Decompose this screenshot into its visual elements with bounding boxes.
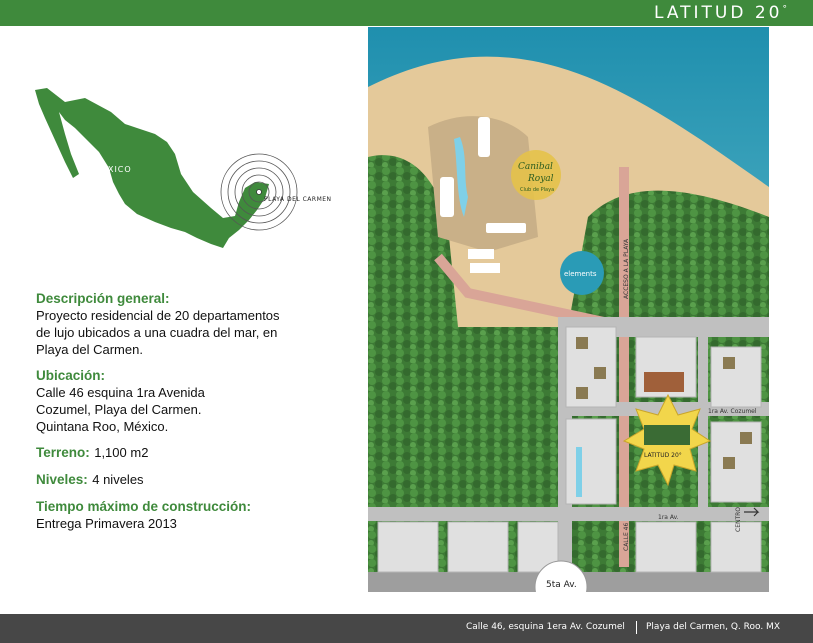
footer-bar: Calle 46, esquina 1era Av. Cozumel Playa… xyxy=(0,614,813,643)
header-bar: LATITUD 20° xyxy=(0,0,813,26)
descripcion-title: Descripción general: xyxy=(36,291,170,306)
ubicacion-line-2: Cozumel, Playa del Carmen. xyxy=(36,402,202,417)
site-map-graphic: LATITUD 20° Canibal Royal Club de Playa … xyxy=(368,27,769,592)
terreno-title: Terreno: xyxy=(36,445,90,460)
playa-del-carmen-label: PLAYA DEL CARMEN xyxy=(264,196,332,203)
pool-block xyxy=(576,447,582,497)
fifth-av-label: 5ta Av. xyxy=(546,580,577,590)
terreno-value: 1,100 m2 xyxy=(94,445,149,460)
niveles-value: 4 niveles xyxy=(92,472,144,487)
ubicacion-title: Ubicación: xyxy=(36,368,106,383)
ubicacion-line-3: Quintana Roo, México. xyxy=(36,419,169,434)
calle46-label: CALLE 46 xyxy=(623,523,630,551)
tiempo-value: Entrega Primavera 2013 xyxy=(36,516,177,531)
brand-degree: ° xyxy=(782,4,788,15)
footer-address-city: Playa del Carmen, Q. Roo. MX xyxy=(646,622,780,632)
brand-logo: LATITUD 20° xyxy=(654,3,787,23)
elements-logo: elements xyxy=(564,270,597,278)
niveles-row: Niveles: 4 niveles xyxy=(36,471,356,489)
project-logo-text: LATITUD 20° xyxy=(644,452,682,459)
tiempo-title: Tiempo máximo de construcción: xyxy=(36,499,252,514)
terreno-row: Terreno: 1,100 m2 xyxy=(36,444,356,462)
mexico-label: MÉXICO xyxy=(94,165,132,174)
mexico-country-shape xyxy=(35,88,269,248)
canibal-logo-line2: Royal xyxy=(527,174,554,184)
site-map: LATITUD 20° Canibal Royal Club de Playa … xyxy=(368,27,769,592)
cozumel-label: 1ra Av. Cozumel xyxy=(708,408,757,415)
acceso-label: ACCESO A LA PLAYA xyxy=(623,238,630,299)
ubicacion-line-1: Calle 46 esquina 1ra Avenida xyxy=(36,385,205,400)
descripcion-text: Proyecto residencial de 20 departamentos… xyxy=(36,308,280,357)
location-dot xyxy=(256,189,262,195)
mexico-locator-map xyxy=(25,82,355,257)
mexico-map-graphic xyxy=(35,88,298,248)
centro-label: CENTRO xyxy=(735,507,742,532)
project-info: Descripción general: Proyecto residencia… xyxy=(36,290,356,532)
footer-address-street: Calle 46, esquina 1era Av. Cozumel xyxy=(466,622,625,632)
first-av-label: 1ra Av. xyxy=(658,514,679,521)
canibal-logo-line1: Canibal xyxy=(518,162,553,172)
canibal-logo-line3: Club de Playa xyxy=(520,187,554,193)
niveles-title: Niveles: xyxy=(36,472,88,487)
project-building-icon xyxy=(644,425,690,445)
brand-name: LATITUD 20 xyxy=(653,3,783,23)
footer-separator xyxy=(636,621,637,634)
